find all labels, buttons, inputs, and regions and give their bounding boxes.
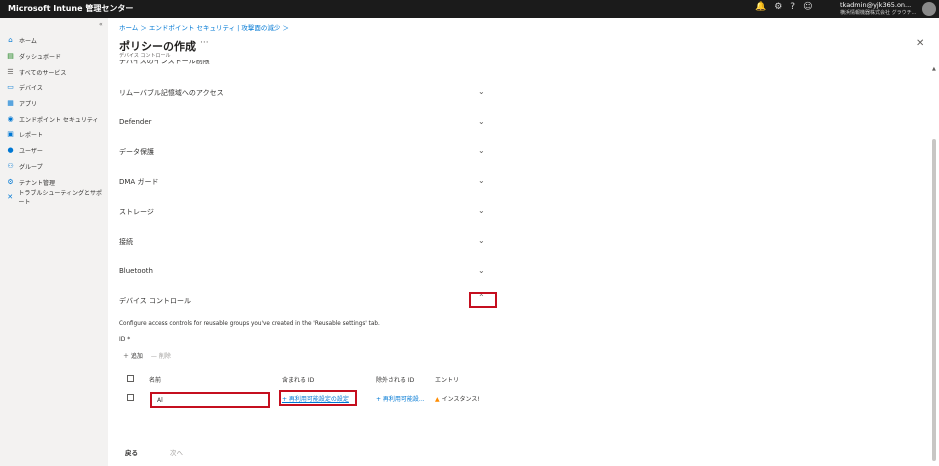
sidebar-item-label: ユーザー [19,147,43,155]
chevron-down-icon: ⌄ [478,176,485,185]
sidebar-item-label: ダッシュボード [19,53,62,61]
section-bluetooth[interactable]: Bluetooth ⌄ [119,264,491,280]
section-defender[interactable]: Defender ⌄ [119,115,491,131]
chevron-up-icon[interactable]: ⌃ [478,293,485,302]
feedback-person-icon[interactable]: ☺ [803,2,812,12]
users-icon: ● [7,146,14,154]
included-id-link[interactable]: + 再利用可能設定の設定 [282,394,349,403]
sidebar-item-label: すべてのサービス [19,69,67,77]
sidebar-item-label: グループ [19,163,43,171]
top-bar: Microsoft Intune 管理センター 🔔 ⚙ ? ☺ tkadmin@… [0,0,939,18]
sidebar: « ⌂ ホーム ▤ ダッシュボード ☰ すべてのサービス ▭ デバイス ▦ アプ… [0,18,108,466]
section-label: データ保護 [119,148,154,156]
warning-triangle-icon: ▲ [435,396,440,403]
section-label: デバイス コントロール [119,297,192,305]
section-label: Bluetooth [119,267,153,275]
chevron-down-icon: ⌄ [478,87,485,96]
column-name: 名前 [149,377,162,384]
row-checkbox[interactable] [127,394,134,401]
sidebar-collapse-button[interactable]: « [99,21,103,28]
page-subtitle: デバイス コントロール [119,53,171,59]
tenant-admin-icon: ⚙ [7,178,14,186]
column-entry: エントリ [435,377,460,384]
sidebar-item-all-services[interactable]: ☰ すべてのサービス [6,66,66,78]
name-input[interactable] [157,397,263,404]
avatar[interactable] [922,2,936,16]
id-toolbar: ＋ 追加 — 削除 [123,351,171,360]
main-panel: ホーム ＞ エンドポイント セキュリティ | 攻撃面の減少 ＞ ポリシーの作成 … [108,18,939,466]
notification-bell-icon[interactable]: 🔔 [755,2,766,12]
sidebar-item-troubleshooting[interactable]: ✕ トラブルシューティングとサポート [6,190,108,206]
reports-icon: ▣ [7,130,14,138]
id-label: ID * [119,336,131,343]
device-control-description: Configure access controls for reusable g… [119,321,380,327]
sidebar-item-groups[interactable]: ⚇ グループ [6,160,43,172]
help-question-icon[interactable]: ? [790,2,795,12]
section-label: Defender [119,118,152,126]
more-options-button[interactable]: ··· [200,38,209,48]
sidebar-item-label: トラブルシューティングとサポート [18,190,103,206]
scrollbar-thumb[interactable] [932,139,936,461]
section-label: DMA ガード [119,178,159,186]
sidebar-item-tenant-admin[interactable]: ⚙ テナント管理 [6,176,55,188]
sidebar-item-label: エンドポイント セキュリティ [19,116,99,124]
settings-gear-icon[interactable]: ⚙ [774,2,782,12]
sidebar-item-label: アプリ [19,100,38,108]
chevron-down-icon: ⌄ [478,236,485,245]
all-services-icon: ☰ [7,68,14,76]
section-label: 接続 [119,238,133,246]
devices-icon: ▭ [7,83,14,91]
excluded-id-link[interactable]: + 再利用可能設... [376,394,425,403]
name-field[interactable] [150,392,270,408]
sidebar-item-label: レポート [19,131,44,139]
next-button[interactable]: 次へ [170,447,183,459]
scroll-up-arrow-icon[interactable]: ▲ [932,66,936,72]
sidebar-item-devices[interactable]: ▭ デバイス [6,81,43,93]
entry-cell[interactable]: ▲ インスタンス! [435,394,480,403]
delete-button[interactable]: — 削除 [151,351,171,360]
section-removable-storage[interactable]: リムーバブル記憶域へのアクセス ⌄ [119,85,491,101]
sidebar-item-dashboard[interactable]: ▤ ダッシュボード [6,50,61,62]
column-excluded-id: 除外される ID [376,377,415,384]
section-label: ストレージ [119,208,154,216]
entry-text: インスタンス! [441,396,480,403]
chevron-down-icon: ⌄ [478,266,485,275]
sidebar-item-users[interactable]: ● ユーザー [6,144,43,156]
sidebar-item-label: デバイス [19,84,43,92]
endpoint-security-icon: ◉ [7,115,14,123]
dashboard-icon: ▤ [7,52,14,60]
chevron-down-icon: ⌄ [478,146,485,155]
sidebar-item-endpoint-security[interactable]: ◉ エンドポイント セキュリティ [6,113,99,125]
sidebar-item-reports[interactable]: ▣ レポート [6,128,43,140]
close-button[interactable]: ✕ [916,38,924,49]
select-all-checkbox[interactable] [127,375,134,382]
troubleshooting-icon: ✕ [7,193,14,201]
user-email: tkadmin@yjk365.on... [840,1,912,9]
add-button[interactable]: ＋ 追加 [123,351,143,360]
sidebar-item-label: テナント管理 [19,179,56,187]
user-account[interactable]: tkadmin@yjk365.on... 横浜情報機器株式会社 グラウチ... [840,1,916,17]
breadcrumb[interactable]: ホーム ＞ エンドポイント セキュリティ | 攻撃面の減少 ＞ [119,22,289,32]
apps-icon: ▦ [7,99,14,107]
partial-section-header: デバイスのインストール制限 [119,60,210,65]
section-label: リムーバブル記憶域へのアクセス [119,89,224,97]
section-connectivity[interactable]: 接続 ⌄ [119,234,491,250]
sidebar-item-home[interactable]: ⌂ ホーム [6,34,37,46]
sidebar-item-label: ホーム [19,37,37,45]
app-title[interactable]: Microsoft Intune 管理センター [8,3,133,14]
section-device-control[interactable]: デバイス コントロール [119,293,491,309]
sidebar-item-apps[interactable]: ▦ アプリ [6,97,37,109]
back-button[interactable]: 戻る [125,447,138,459]
chevron-down-icon: ⌄ [478,117,485,126]
section-dma-guard[interactable]: DMA ガード ⌄ [119,174,491,190]
user-org: 横浜情報機器株式会社 グラウチ... [840,10,917,16]
chevron-down-icon: ⌄ [478,206,485,215]
groups-icon: ⚇ [7,162,14,170]
section-data-protection[interactable]: データ保護 ⌄ [119,144,491,160]
section-storage[interactable]: ストレージ ⌄ [119,204,491,220]
column-included-id: 含まれる ID [282,377,315,384]
home-icon: ⌂ [8,36,13,44]
top-bar-icons: 🔔 ⚙ ? ☺ [755,2,812,12]
